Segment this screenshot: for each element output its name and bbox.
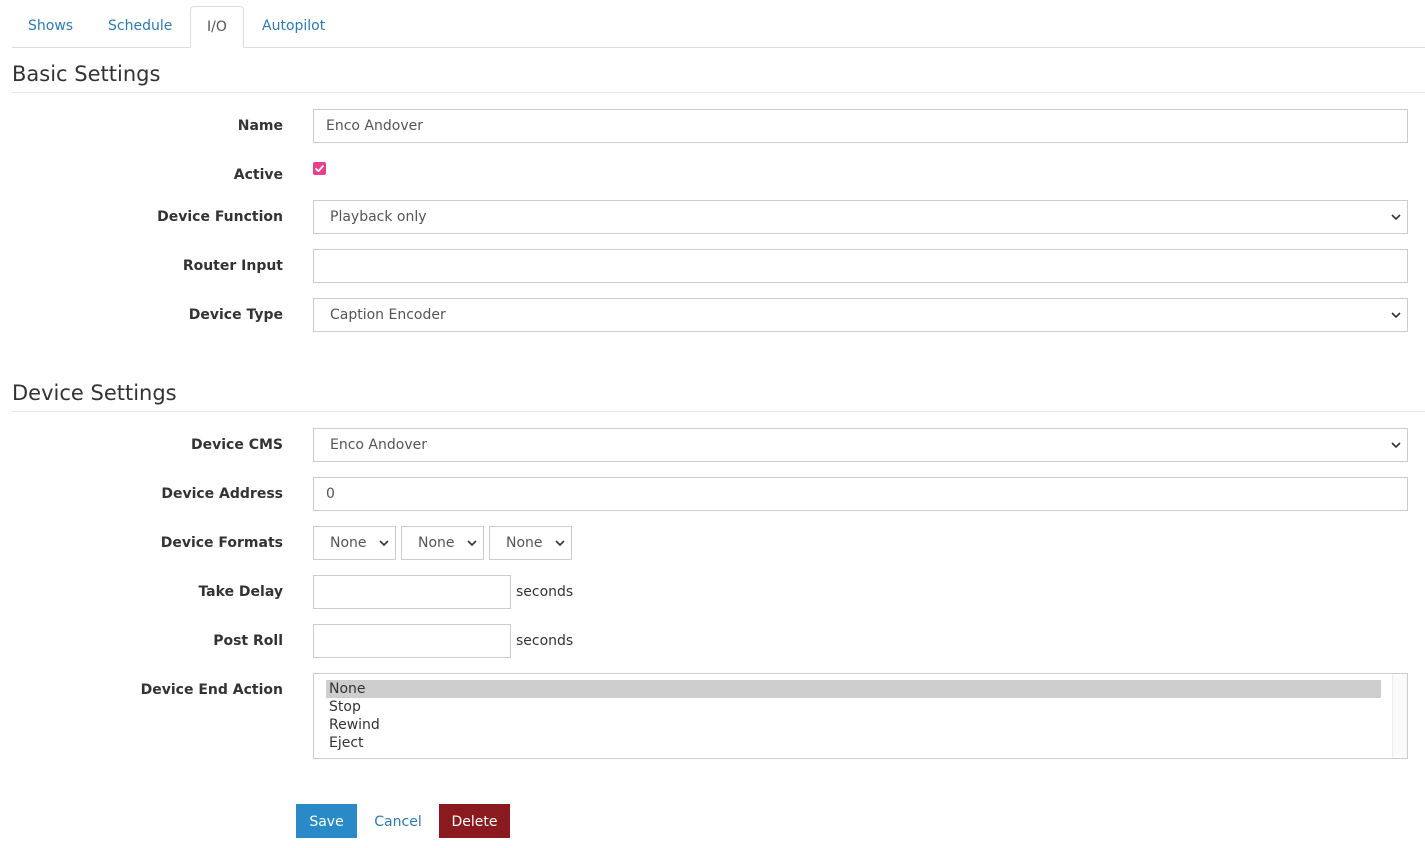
end-action-option-eject[interactable]: Eject — [326, 734, 1381, 752]
device-function-select[interactable]: Playback only — [313, 200, 1408, 234]
name-label: Name — [237, 118, 283, 134]
chevron-down-icon — [554, 537, 566, 549]
tab-bar: Shows Schedule I/O Autopilot — [12, 6, 1425, 48]
device-type-select[interactable]: Caption Encoder — [313, 298, 1408, 332]
save-button[interactable]: Save — [296, 804, 357, 838]
chevron-down-icon — [1390, 211, 1402, 223]
device-cms-select[interactable]: Enco Andover — [313, 428, 1408, 462]
end-action-option-rewind[interactable]: Rewind — [326, 716, 1381, 734]
chevron-down-icon — [378, 537, 390, 549]
take-delay-input[interactable] — [313, 575, 511, 609]
end-action-option-stop[interactable]: Stop — [326, 698, 1381, 716]
chevron-down-icon — [466, 537, 478, 549]
name-input[interactable]: Enco Andover — [313, 109, 1408, 143]
post-roll-label: Post Roll — [213, 633, 283, 649]
device-cms-label: Device CMS — [191, 437, 283, 453]
device-end-action-label: Device End Action — [140, 682, 283, 698]
device-type-label: Device Type — [188, 307, 283, 323]
tab-schedule[interactable]: Schedule — [92, 6, 188, 48]
post-roll-unit: seconds — [516, 633, 574, 649]
tab-io[interactable]: I/O — [190, 6, 244, 48]
chevron-down-icon — [1390, 309, 1402, 321]
device-cms-value: Enco Andover — [330, 437, 427, 453]
delete-button[interactable]: Delete — [439, 804, 510, 838]
device-format-select-2[interactable]: None — [401, 526, 484, 560]
device-end-action-listbox[interactable]: None Stop Rewind Eject — [313, 673, 1408, 759]
checkmark-icon — [315, 165, 324, 173]
device-function-label: Device Function — [157, 209, 283, 225]
tab-autopilot[interactable]: Autopilot — [246, 6, 341, 48]
device-formats-label: Device Formats — [160, 535, 283, 551]
device-format-value-3: None — [506, 535, 543, 551]
take-delay-unit: seconds — [516, 584, 574, 600]
device-function-value: Playback only — [330, 209, 427, 225]
device-format-select-3[interactable]: None — [489, 526, 572, 560]
device-settings-heading: Device Settings — [12, 381, 1425, 412]
device-address-label: Device Address — [161, 486, 283, 502]
active-checkbox[interactable] — [313, 162, 326, 175]
chevron-down-icon — [1390, 439, 1402, 451]
device-format-select-1[interactable]: None — [313, 526, 396, 560]
cancel-button[interactable]: Cancel — [368, 804, 428, 838]
device-type-value: Caption Encoder — [330, 307, 446, 323]
listbox-scrollbar[interactable] — [1392, 674, 1407, 758]
device-format-value-1: None — [330, 535, 367, 551]
basic-settings-heading: Basic Settings — [12, 62, 1425, 93]
router-input-field[interactable] — [313, 249, 1408, 283]
take-delay-label: Take Delay — [198, 584, 283, 600]
device-format-value-2: None — [418, 535, 455, 551]
end-action-option-none[interactable]: None — [326, 680, 1381, 698]
device-address-input[interactable]: 0 — [313, 477, 1408, 511]
router-input-label: Router Input — [182, 258, 283, 274]
tab-shows[interactable]: Shows — [12, 6, 89, 48]
active-label: Active — [233, 167, 283, 183]
post-roll-input[interactable] — [313, 624, 511, 658]
